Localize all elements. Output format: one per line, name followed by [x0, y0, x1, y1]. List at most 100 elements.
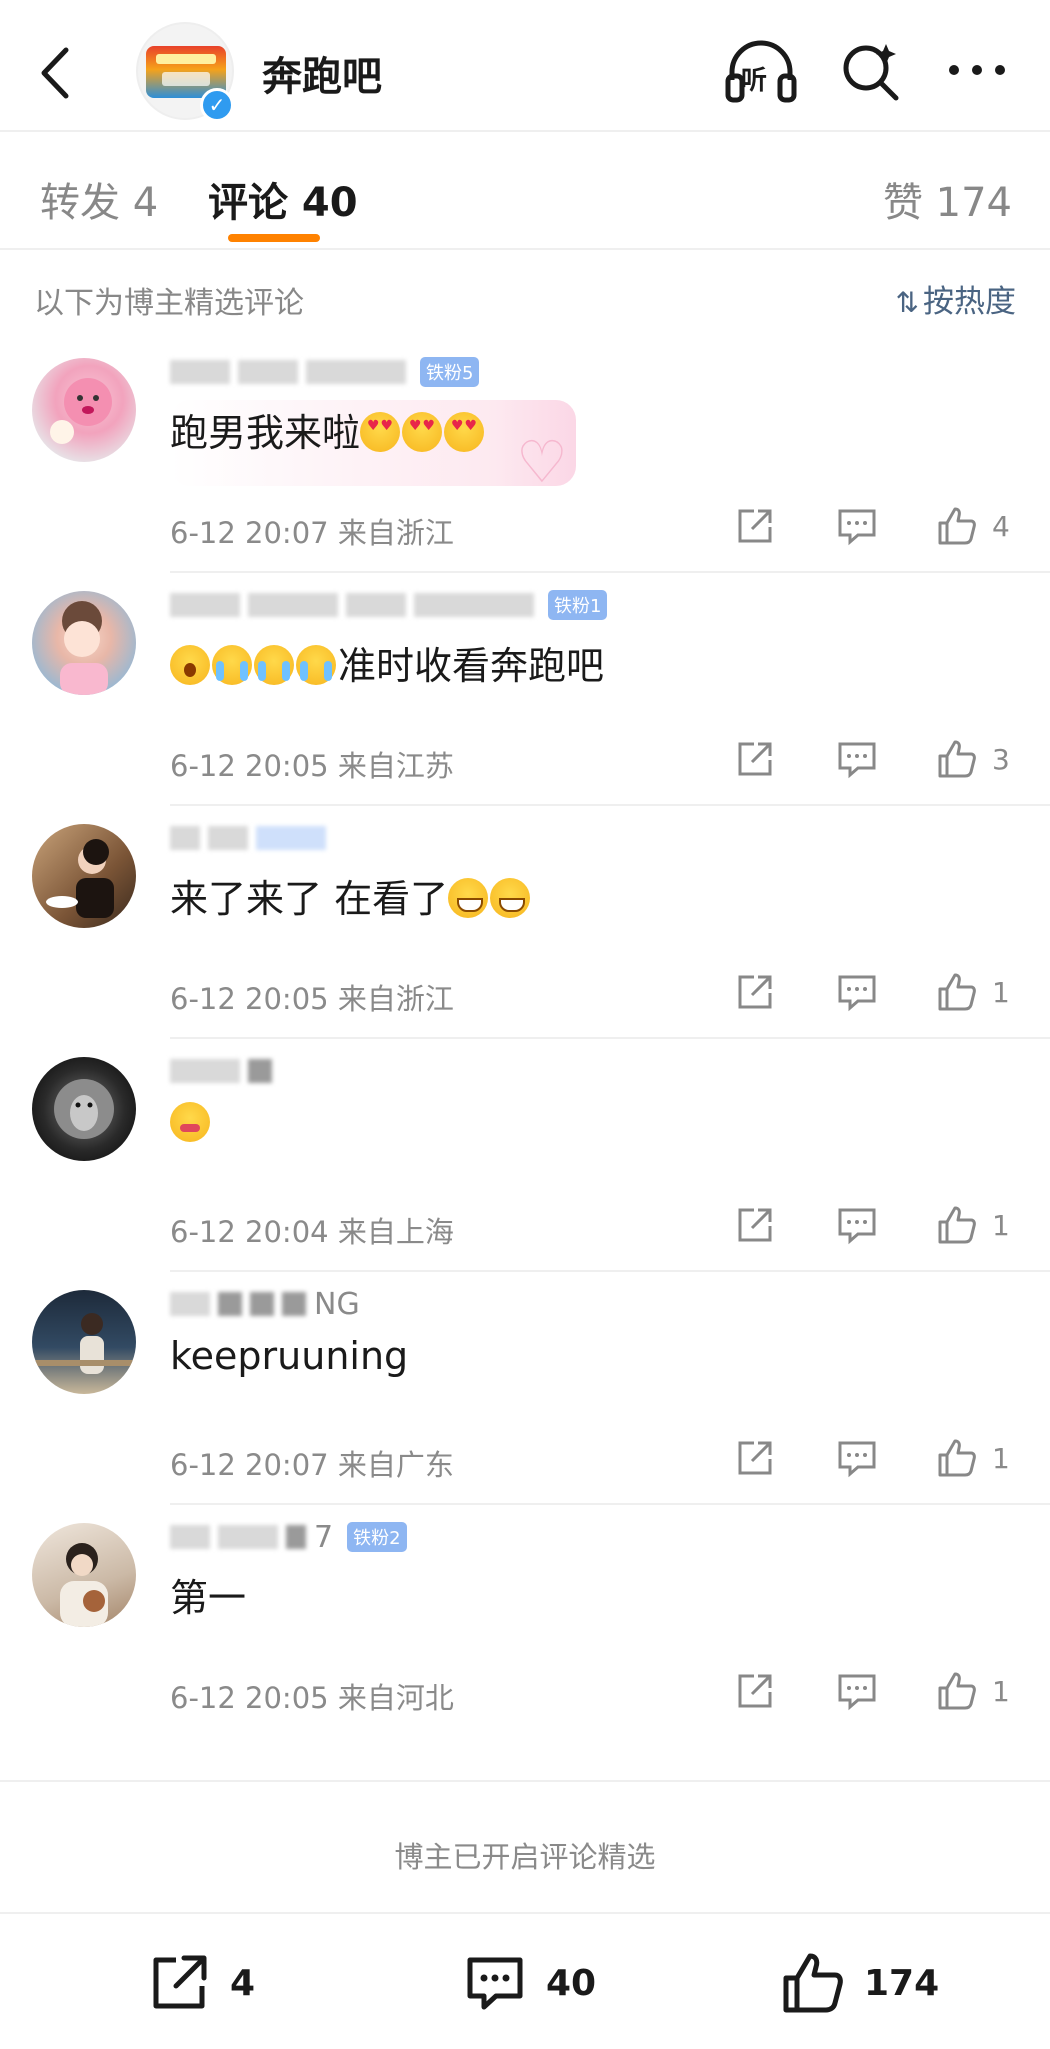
crying-emoji-icon — [212, 645, 252, 685]
share-button[interactable] — [734, 502, 776, 550]
fan-level-badge: 铁粉5 — [420, 357, 480, 387]
woman-with-dog-avatar-icon — [60, 1543, 108, 1627]
comment-count: 40 — [546, 1962, 597, 2004]
comment-meta: 6-12 20:07 来自浙江 — [170, 510, 454, 552]
username[interactable]: 7 铁粉2 — [170, 1520, 407, 1555]
repost-icon — [153, 1955, 207, 2009]
avatar[interactable] — [32, 1057, 136, 1161]
crying-emoji-icon — [254, 645, 294, 685]
comment-text: keepruuning — [170, 1334, 408, 1378]
avatar[interactable] — [32, 824, 136, 928]
comment-text: 准时收看奔跑吧 — [170, 635, 604, 690]
woman-dining-avatar-icon — [46, 839, 114, 918]
tab-comment[interactable]: 评论 40 — [208, 170, 358, 228]
more-button[interactable] — [942, 50, 1012, 90]
search-icon — [843, 44, 899, 101]
featured-comments-notice: 博主已开启评论精选 — [0, 1780, 1050, 1914]
blurred-name-segment — [170, 826, 200, 850]
like-button[interactable]: 3 — [936, 735, 1010, 783]
crying-emoji-icon — [296, 645, 336, 685]
comment-icon — [838, 1674, 876, 1711]
comment-button[interactable]: 40 — [462, 1948, 596, 2018]
search-button[interactable] — [838, 36, 904, 106]
like-button[interactable]: 1 — [936, 968, 1010, 1016]
username[interactable]: NG — [170, 1287, 360, 1322]
grinning-emoji-icon — [490, 878, 531, 918]
comment-time: 6-12 20:05 — [170, 749, 329, 783]
chevron-left-icon — [41, 47, 69, 99]
like-button[interactable]: 1 — [936, 1667, 1010, 1715]
comment-meta: 6-12 20:05 来自河北 — [170, 1675, 454, 1717]
blurred-name-segment — [170, 1059, 240, 1083]
blurred-name-segment — [170, 593, 240, 617]
comment-icon — [838, 742, 876, 779]
share-button[interactable] — [734, 1201, 776, 1249]
thumbs-up-icon — [938, 740, 976, 778]
fan-level-badge: 铁粉2 — [347, 1522, 407, 1552]
comment-text: 第一 — [170, 1567, 246, 1622]
comment-bubble-icon — [467, 1957, 523, 2010]
like-button[interactable]: 1 — [936, 1434, 1010, 1482]
share-button[interactable] — [734, 968, 776, 1016]
repost-button[interactable]: 4 — [146, 1948, 255, 2018]
share-icon — [738, 1208, 772, 1242]
share-button[interactable] — [734, 735, 776, 783]
blurred-name-segment — [238, 360, 298, 384]
reply-button[interactable] — [836, 1201, 878, 1249]
girl-portrait-avatar-icon — [60, 601, 108, 695]
like-button[interactable]: 4 — [936, 502, 1010, 550]
reply-button[interactable] — [836, 968, 878, 1016]
reply-button[interactable] — [836, 735, 878, 783]
reply-button[interactable] — [836, 1434, 878, 1482]
heart-eyes-emoji-icon — [360, 412, 401, 452]
username[interactable] — [170, 822, 326, 854]
like-button[interactable]: 1 — [936, 1201, 1010, 1249]
drooling-emoji-icon — [170, 1102, 210, 1142]
comment-location: 来自浙江 — [337, 982, 454, 1016]
reply-button[interactable] — [836, 502, 878, 550]
heart-eyes-emoji-icon — [444, 412, 485, 452]
blurred-name-segment — [208, 826, 248, 850]
sort-by-heat-button[interactable]: ⇅ 按热度 — [896, 276, 1016, 321]
share-icon — [738, 742, 772, 776]
tab-like[interactable]: 赞 174 — [883, 170, 1012, 228]
avatar[interactable] — [32, 358, 136, 462]
comment-text-content: keepruuning — [170, 1334, 409, 1378]
thumbs-up-icon — [938, 1439, 976, 1477]
comment-item: 来了来了 在看了 6-12 20:05 来自浙江 1 — [0, 806, 1050, 1039]
comment-time: 6-12 20:04 — [170, 1215, 329, 1249]
reply-button[interactable] — [836, 1667, 878, 1715]
back-button[interactable] — [30, 38, 78, 108]
blurred-name-segment — [286, 1525, 306, 1549]
comment-time: 6-12 20:07 — [170, 516, 329, 550]
username[interactable] — [170, 1055, 272, 1087]
comment-text: 跑男我来啦 — [170, 402, 486, 457]
like-post-button[interactable]: 174 — [780, 1948, 939, 2018]
comment-icon — [838, 509, 876, 546]
comment-text-content: 来了来了 在看了 — [170, 877, 449, 921]
comment-text-content: 第一 — [170, 1576, 247, 1620]
avatar[interactable] — [32, 1290, 136, 1394]
comment-text-content: 跑男我来啦 — [170, 411, 361, 455]
pink-cartoon-avatar-icon — [50, 378, 112, 444]
thumbs-up-icon — [783, 1953, 843, 2013]
share-button[interactable] — [734, 1434, 776, 1482]
like-count: 1 — [992, 1208, 1010, 1242]
blurred-name-segment — [346, 593, 406, 617]
avatar[interactable] — [32, 1523, 136, 1627]
account-title[interactable]: 奔跑吧 — [262, 44, 382, 102]
comment-icon — [838, 1208, 876, 1245]
thumbs-up-icon — [938, 1672, 976, 1710]
avatar[interactable] — [32, 591, 136, 695]
share-icon — [738, 975, 772, 1009]
blurred-name-segment — [170, 1292, 210, 1316]
share-button[interactable] — [734, 1667, 776, 1715]
share-icon — [738, 1441, 772, 1475]
like-count: 1 — [992, 975, 1010, 1009]
username[interactable]: 铁粉1 — [170, 589, 608, 621]
comment-time: 6-12 20:05 — [170, 982, 329, 1016]
username[interactable]: 铁粉5 — [170, 356, 480, 388]
comment-text: 来了来了 在看了 — [170, 868, 532, 923]
shocked-emoji-icon — [170, 645, 210, 685]
tab-repost[interactable]: 转发 4 — [40, 170, 158, 228]
